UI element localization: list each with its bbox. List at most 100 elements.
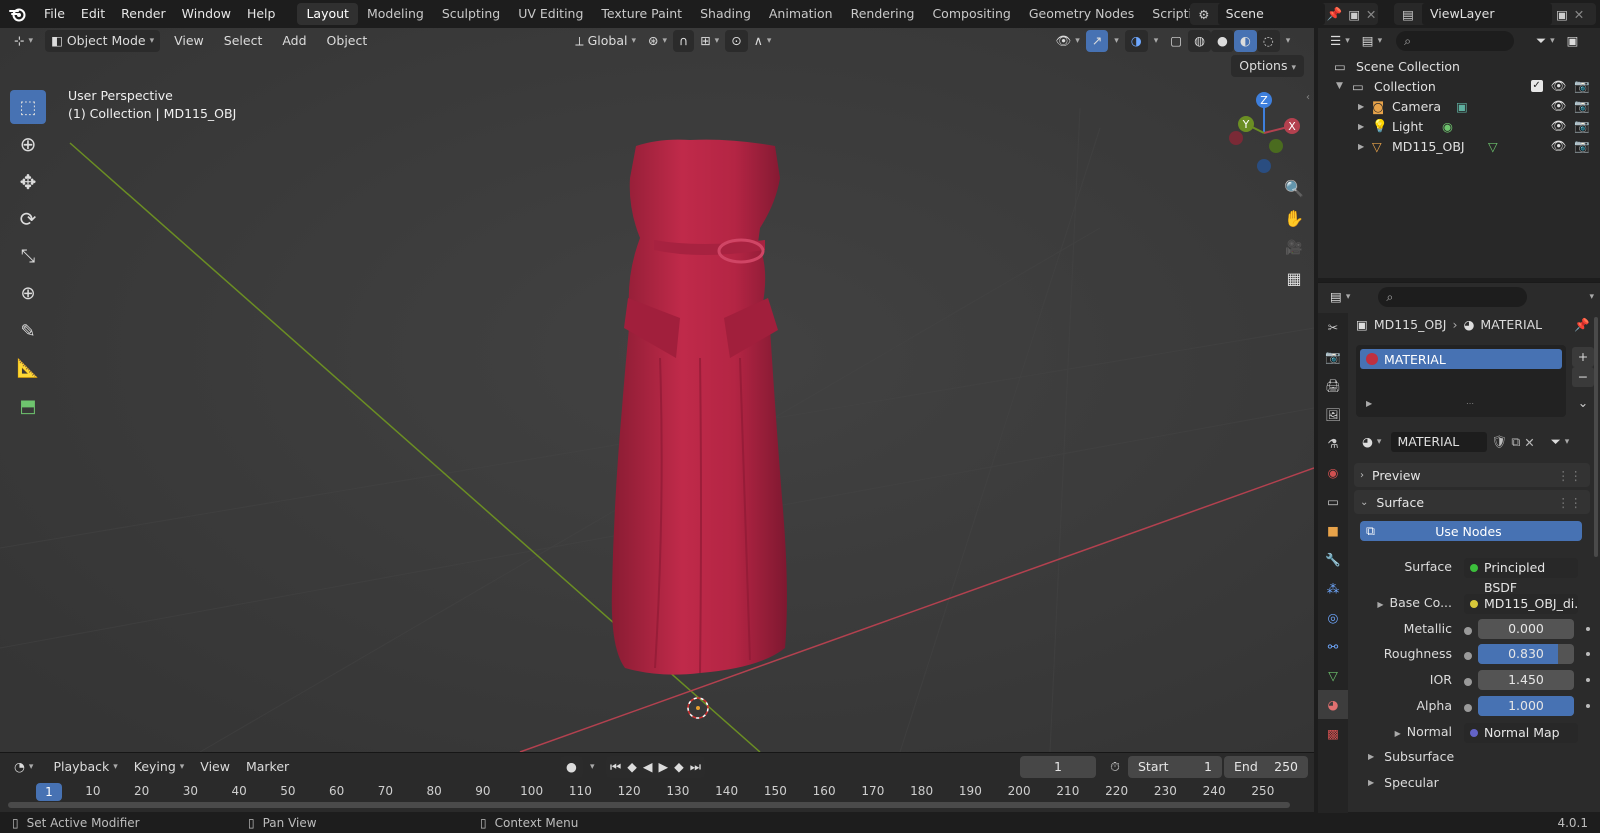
new-view-layer-icon[interactable]: ▣ (1552, 7, 1572, 22)
tab-layout[interactable]: Layout (297, 3, 358, 25)
remove-slot-button[interactable]: − (1572, 367, 1594, 387)
collapse-arrow-icon[interactable]: ▼ (1336, 81, 1343, 91)
add-cube-tool[interactable]: ⬒ (10, 389, 46, 423)
blender-logo-icon[interactable] (0, 0, 36, 28)
pin-icon[interactable]: 📌 (1574, 317, 1590, 333)
menu-timeline-view[interactable]: View (194, 756, 236, 778)
menu-select[interactable]: Select (218, 30, 269, 52)
start-frame-field[interactable]: Start 1 (1128, 756, 1222, 778)
expand-base-color-icon[interactable]: ▶ (1377, 600, 1383, 609)
tab-material[interactable]: ◕ (1318, 690, 1348, 719)
shading-dropdown[interactable]: ▾ (1280, 30, 1297, 52)
render-camera-icon[interactable]: 📷 (1574, 98, 1590, 114)
add-slot-button[interactable]: + (1572, 347, 1594, 367)
scene-icon[interactable]: ⚙ (1190, 7, 1218, 22)
prev-keyframe-icon[interactable]: ◆ (627, 756, 637, 778)
render-camera-icon[interactable]: 📷 (1574, 138, 1590, 154)
expand-arrow-icon[interactable]: ▶ (1358, 142, 1364, 151)
subsurface-subpanel[interactable]: ▶ Subsurface (1368, 749, 1454, 764)
dress-object[interactable] (611, 139, 787, 675)
overlay-toggle[interactable]: ◑ (1124, 30, 1148, 52)
navigation-gizmo[interactable]: Z Y X (1224, 88, 1314, 178)
eye-icon[interactable]: 👁 (1551, 118, 1567, 134)
falloff-button[interactable]: ∧ ▾ (748, 30, 778, 52)
scene-name-field[interactable]: Scene (1217, 3, 1325, 25)
metallic-field[interactable]: 0.000 (1478, 619, 1574, 639)
menu-add[interactable]: Add (276, 30, 312, 52)
cursor-tool[interactable]: ⊕ (10, 127, 46, 161)
keyframe-dot-icon[interactable] (1586, 704, 1590, 708)
shading-material[interactable]: ◐ (1233, 30, 1257, 52)
tab-constraints[interactable]: ⚯ (1318, 632, 1348, 661)
delete-view-layer-icon[interactable]: ✕ (1572, 7, 1586, 22)
annotate-tool[interactable]: ✎ (10, 314, 46, 348)
tab-rendering[interactable]: Rendering (842, 3, 924, 25)
play-reverse-icon[interactable]: ◀ (643, 756, 653, 778)
outliner-row-scene-collection[interactable]: ▭ Scene Collection (1318, 56, 1600, 76)
outliner-row-camera[interactable]: ▶ ◙ Camera ▣ 👁 📷 (1318, 96, 1600, 116)
render-camera-icon[interactable]: 📷 (1574, 118, 1590, 134)
outliner-search-input[interactable]: ⌕ (1396, 31, 1515, 51)
material-slot-item[interactable]: MATERIAL (1360, 349, 1562, 369)
measure-tool[interactable]: 📐 (10, 351, 46, 385)
transform-tool[interactable]: ⊕ (10, 276, 46, 310)
timeline-ruler[interactable]: 1 10 20 30 40 50 60 70 80 90 100 110 120 130 140 150 16… (0, 781, 1314, 803)
tab-physics[interactable]: ◎ (1318, 603, 1348, 632)
preview-range-icon[interactable]: ⏱ (1104, 756, 1126, 778)
menu-object[interactable]: Object (321, 30, 374, 52)
material-slot-list[interactable]: MATERIAL ▶ ⋯ (1356, 345, 1566, 417)
editor-type-button[interactable]: ⊹ ▾ (8, 30, 39, 52)
options-button[interactable]: Options ▾ (1231, 55, 1304, 77)
tab-uv-editing[interactable]: UV Editing (509, 3, 592, 25)
proportional-edit-toggle[interactable]: ⊙ (725, 30, 748, 52)
scale-tool[interactable]: ⤡ (10, 239, 46, 273)
end-frame-field[interactable]: End 250 (1224, 756, 1308, 778)
tab-view-layer[interactable]: 🖼 (1318, 400, 1348, 429)
tab-texture[interactable]: ▩ (1318, 719, 1348, 748)
new-scene-icon[interactable]: ▣ (1344, 7, 1364, 22)
resize-handle-icon[interactable]: ⋯ (1466, 399, 1474, 408)
menu-marker[interactable]: Marker (240, 756, 295, 778)
tab-output[interactable]: 🖨 (1318, 371, 1348, 400)
surface-shader-field[interactable]: Principled BSDF (1464, 558, 1578, 595)
menu-keying[interactable]: Keying ▾ (128, 756, 191, 778)
pan-button[interactable]: ✋ (1280, 204, 1308, 232)
tab-animation[interactable]: Animation (760, 3, 842, 25)
3d-viewport[interactable]: ⊹ ▾ ◧ Object Mode ▾ View Select Add Object… (0, 28, 1314, 752)
timeline-editor-type[interactable]: ◔ ▾ (8, 756, 39, 778)
auto-key-toggle[interactable]: ● (560, 756, 583, 778)
snap-toggle[interactable]: ∩ (673, 30, 695, 52)
select-box-tool[interactable]: ⬚ (10, 90, 46, 124)
mode-selector[interactable]: ◧ Object Mode ▾ (45, 30, 161, 52)
properties-scrollbar[interactable] (1594, 317, 1598, 557)
tab-render[interactable]: 📷 (1318, 342, 1348, 371)
render-camera-icon[interactable]: 📷 (1574, 78, 1590, 94)
rotate-tool[interactable]: ⟳ (10, 202, 46, 236)
properties-search-input[interactable]: ⌕ (1378, 287, 1528, 307)
keyframe-dot-icon[interactable] (1586, 627, 1590, 631)
tab-data[interactable]: ▽ (1318, 661, 1348, 690)
tab-modeling[interactable]: Modeling (358, 3, 433, 25)
surface-panel-header[interactable]: ⌄ Surface ⋮⋮ (1354, 490, 1590, 514)
tab-tool[interactable]: ✂ (1318, 313, 1348, 342)
menu-playback[interactable]: Playback ▾ (47, 756, 123, 778)
eye-icon[interactable]: 👁 (1551, 138, 1567, 154)
current-frame-field[interactable]: 1 (1020, 756, 1096, 778)
shading-rendered[interactable]: ◌ (1256, 30, 1280, 52)
tab-particles[interactable]: ⁂ (1318, 574, 1348, 603)
normal-field[interactable]: Normal Map (1464, 723, 1578, 743)
browse-material-button[interactable]: ◕ ▾ (1356, 431, 1387, 453)
view-layer-icon[interactable]: ▤ (1394, 7, 1422, 22)
drag-handle-icon[interactable]: ⋮⋮ (1557, 495, 1582, 510)
menu-edit[interactable]: Edit (73, 0, 113, 28)
xray-toggle[interactable]: ▢ (1164, 30, 1188, 52)
menu-view[interactable]: View (168, 30, 210, 52)
specular-subpanel[interactable]: ▶ Specular (1368, 775, 1439, 790)
outliner-editor-type[interactable]: ☰ ▾ (1324, 30, 1356, 52)
properties-editor-type[interactable]: ▤ ▾ (1324, 286, 1356, 308)
play-icon[interactable]: ▶ (659, 756, 669, 778)
alpha-field[interactable]: 1.000 (1478, 696, 1574, 716)
shading-solid[interactable]: ● (1210, 30, 1234, 52)
move-tool[interactable]: ✥ (10, 165, 46, 199)
auto-key-dropdown[interactable]: ▾ (584, 756, 601, 778)
